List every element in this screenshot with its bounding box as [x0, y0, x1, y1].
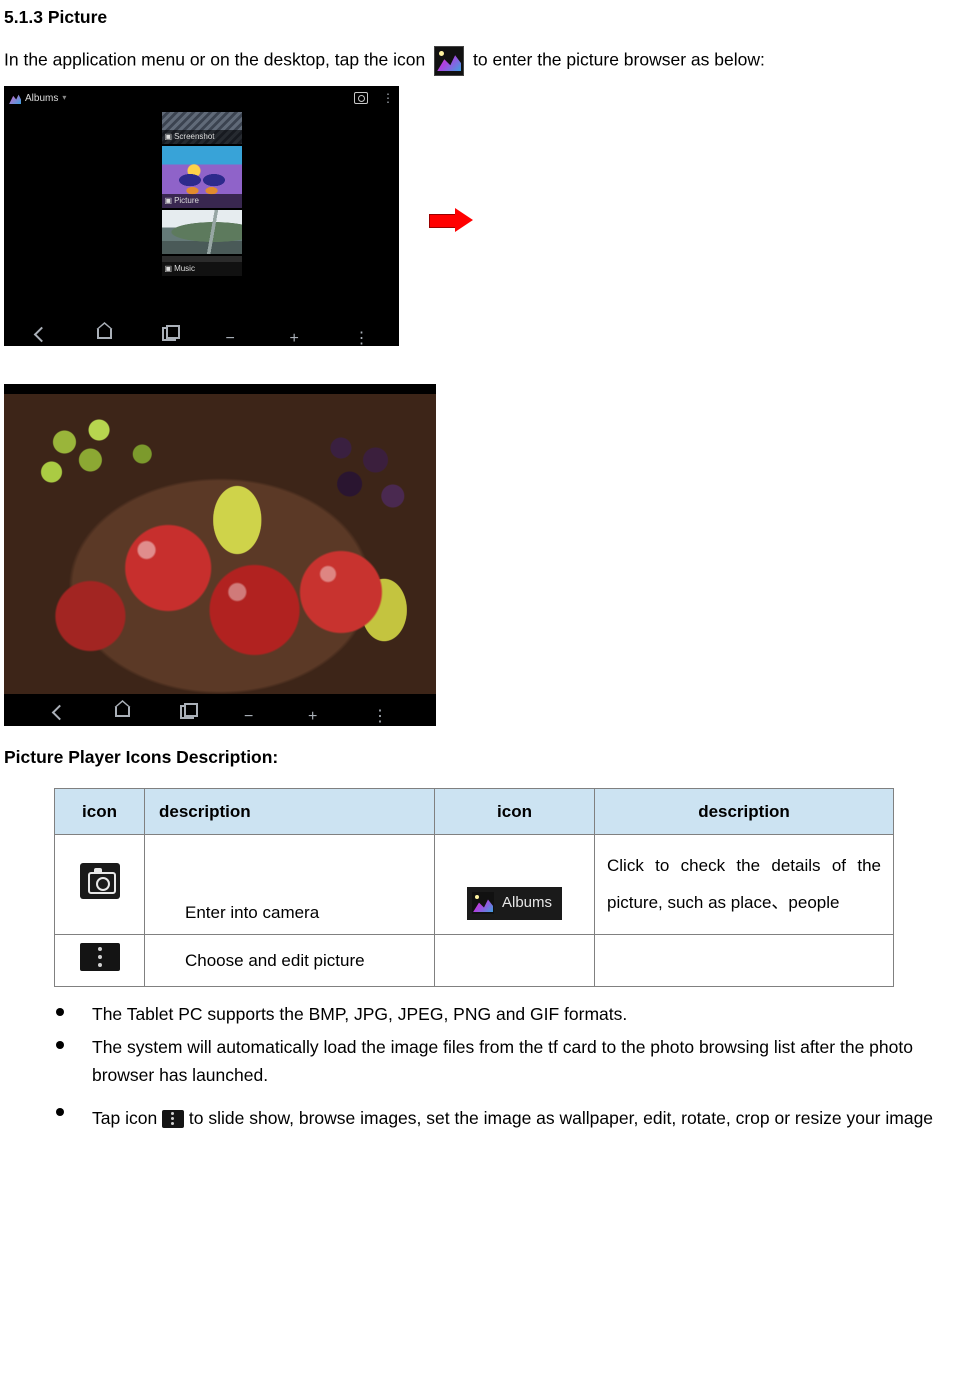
home-icon [97, 329, 112, 339]
albums-badge-label: Albums [502, 892, 552, 915]
section-number: 5.1.3 [4, 7, 43, 27]
cell-desc: Enter into camera [145, 835, 435, 935]
chevron-down-icon: ▾ [62, 92, 66, 104]
android-nav-bar [4, 698, 436, 726]
albums-header-label: Albums [25, 91, 58, 106]
thumb-label: ▣Music [162, 262, 242, 276]
album-thumbnail-column: ▣Screenshot ▣Picture ▣Music [162, 112, 242, 278]
album-thumb: ▣Music [162, 256, 242, 276]
more-icon [372, 705, 386, 719]
cell-icon [55, 934, 145, 987]
android-nav-bar [4, 322, 399, 346]
bullet3-prefix: Tap icon [92, 1108, 162, 1128]
cell-icon [55, 835, 145, 935]
th-desc-1: description [145, 788, 435, 835]
intro-paragraph: In the application menu or on the deskto… [4, 46, 971, 76]
albums-icon: Albums [467, 887, 562, 920]
intro-text-after: to enter the picture browser as below: [473, 50, 765, 70]
album-thumb: ▣Screenshot [162, 112, 242, 144]
back-icon [33, 326, 49, 342]
list-item: Tap icon to slide show, browse images, s… [56, 1101, 971, 1136]
more-icon [354, 327, 368, 341]
recent-apps-icon [180, 705, 194, 719]
section-title: Picture [48, 7, 107, 27]
th-icon-1: icon [55, 788, 145, 835]
camera-icon [80, 863, 120, 899]
red-arrow-icon [429, 209, 473, 231]
thumb-label: ▣Picture [162, 194, 242, 208]
cell-icon: Albums [435, 835, 595, 935]
home-icon [115, 707, 130, 717]
section-heading: 5.1.3 Picture [4, 4, 971, 30]
table-row: Enter into camera Albums Click to check … [55, 835, 894, 935]
list-item: The Tablet PC supports the BMP, JPG, JPE… [56, 1001, 971, 1028]
gallery-icon [434, 46, 464, 76]
cell-icon [435, 934, 595, 987]
albums-screenshot: Albums ▾ ⋮ ▣Screenshot ▣Picture ▣Music [4, 86, 399, 346]
volume-up-icon [308, 705, 322, 719]
screenshot-row-1: Albums ▾ ⋮ ▣Screenshot ▣Picture ▣Music [4, 86, 971, 354]
back-icon [52, 704, 68, 720]
bullet3-suffix: to slide show, browse images, set the im… [189, 1108, 933, 1128]
gallery-icon [9, 92, 21, 104]
cell-desc [595, 934, 894, 987]
camera-icon [354, 92, 368, 104]
list-item: The system will automatically load the i… [56, 1034, 971, 1088]
picture-viewer-screenshot [4, 384, 436, 726]
intro-text-before: In the application menu or on the deskto… [4, 50, 430, 70]
fruit-basket-image [4, 394, 436, 694]
more-icon: ⋮ [382, 89, 394, 107]
volume-up-icon [290, 327, 304, 341]
table-title: Picture Player Icons Description: [4, 744, 971, 770]
volume-down-icon [226, 327, 240, 341]
table-row: Choose and edit picture [55, 934, 894, 987]
th-desc-2: description [595, 788, 894, 835]
recent-apps-icon [162, 327, 176, 341]
thumbnail-image [162, 210, 242, 254]
th-icon-2: icon [435, 788, 595, 835]
table-header-row: icon description icon description [55, 788, 894, 835]
album-thumb [162, 210, 242, 254]
icons-description-table: icon description icon description Enter … [54, 788, 894, 988]
album-thumb: ▣Picture [162, 146, 242, 208]
volume-down-icon [244, 705, 258, 719]
menu-dots-icon [80, 943, 120, 971]
menu-dots-icon [162, 1110, 184, 1128]
cell-desc: Choose and edit picture [145, 934, 435, 987]
albums-screenshot-header: Albums ▾ ⋮ [9, 89, 394, 107]
gallery-icon [472, 892, 494, 914]
thumb-label: ▣Screenshot [162, 130, 242, 144]
bullet-list: The Tablet PC supports the BMP, JPG, JPE… [4, 1001, 971, 1135]
cell-desc: Click to check the details of the pictur… [595, 835, 894, 935]
